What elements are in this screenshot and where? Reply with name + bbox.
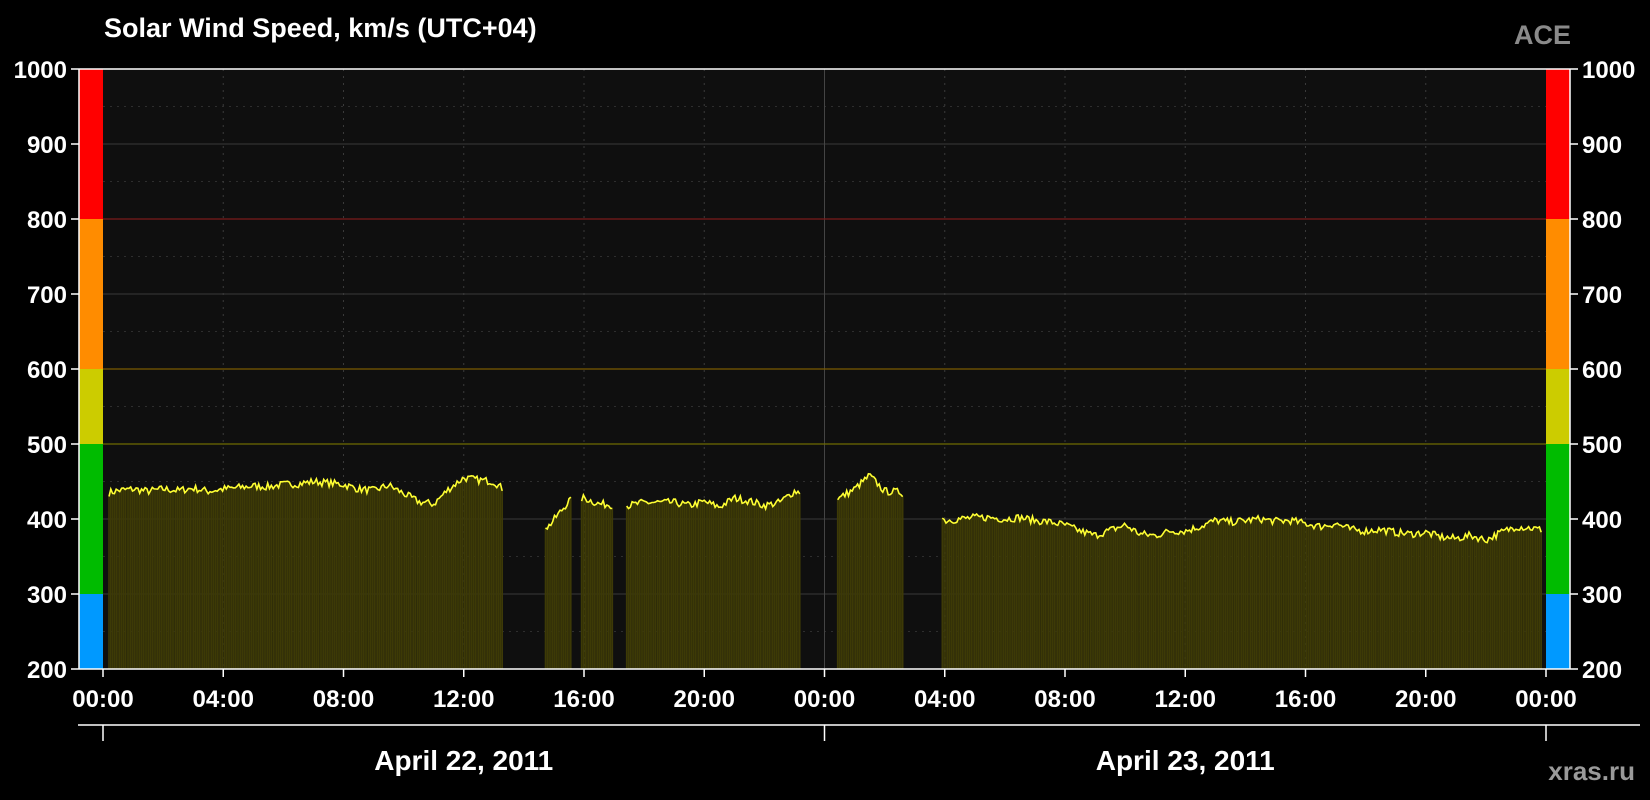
color-scale-right [1546, 69, 1570, 669]
y-tick-label-right: 400 [1582, 507, 1622, 534]
x-axis: 00:00 04:00 08:00 12:00 16:00 20:00 00:00 04:00… [72, 669, 1577, 713]
date-axis: April 22, 2011 April 23, 2011 [78, 724, 1640, 776]
y-tick-label-left: 200 [27, 657, 67, 684]
y-axis-left: 200 300 400 500 600 700 800 900 1000 [14, 57, 79, 684]
y-tick-label-left: 1000 [14, 57, 67, 84]
x-tick-label: 04:00 [193, 686, 254, 713]
y-tick-label-right: 1000 [1582, 57, 1635, 84]
x-tick-label: 20:00 [1395, 686, 1456, 713]
y-tick-label-left: 600 [27, 357, 67, 384]
y-tick-label-right: 700 [1582, 282, 1622, 309]
zone-left-4 [79, 69, 103, 219]
zone-left-1 [79, 444, 103, 594]
y-tick-label-right: 200 [1582, 657, 1622, 684]
y-tick-label-left: 800 [27, 207, 67, 234]
x-tick-label: 16:00 [1275, 686, 1336, 713]
solar-wind-chart: Solar Wind Speed, km/s (UTC+04) ACE 200 3… [14, 13, 1640, 786]
x-tick-label: 00:00 [794, 686, 855, 713]
zone-left-2 [79, 369, 103, 444]
chart-title: Solar Wind Speed, km/s (UTC+04) [104, 13, 537, 43]
y-axis-right: 200 300 400 500 600 700 800 900 1000 [1570, 57, 1635, 684]
zone-right-0 [1546, 594, 1570, 669]
watermark: xras.ru [1548, 756, 1635, 786]
zone-left-0 [79, 594, 103, 669]
y-tick-label-right: 300 [1582, 582, 1622, 609]
y-tick-label-right: 600 [1582, 357, 1622, 384]
y-tick-label-left: 700 [27, 282, 67, 309]
zone-left-3 [79, 219, 103, 369]
y-tick-label-right: 900 [1582, 132, 1622, 159]
x-tick-label: 12:00 [433, 686, 494, 713]
zone-right-4 [1546, 69, 1570, 219]
color-scale-left [79, 69, 103, 669]
y-tick-label-right: 800 [1582, 207, 1622, 234]
y-tick-label-left: 300 [27, 582, 67, 609]
y-tick-label-right: 500 [1582, 432, 1622, 459]
zone-right-2 [1546, 369, 1570, 444]
source-label: ACE [1514, 20, 1571, 50]
x-tick-label: 08:00 [1034, 686, 1095, 713]
x-tick-label: 00:00 [72, 686, 133, 713]
x-tick-label: 12:00 [1155, 686, 1216, 713]
y-tick-label-left: 500 [27, 432, 67, 459]
date-label: April 23, 2011 [1096, 745, 1275, 776]
y-tick-label-left: 400 [27, 507, 67, 534]
x-tick-label: 00:00 [1515, 686, 1576, 713]
x-tick-label: 20:00 [674, 686, 735, 713]
y-tick-label-left: 900 [27, 132, 67, 159]
zone-right-1 [1546, 444, 1570, 594]
x-tick-label: 16:00 [553, 686, 614, 713]
x-tick-label: 04:00 [914, 686, 975, 713]
date-label: April 22, 2011 [374, 745, 553, 776]
zone-right-3 [1546, 219, 1570, 369]
x-tick-label: 08:00 [313, 686, 374, 713]
